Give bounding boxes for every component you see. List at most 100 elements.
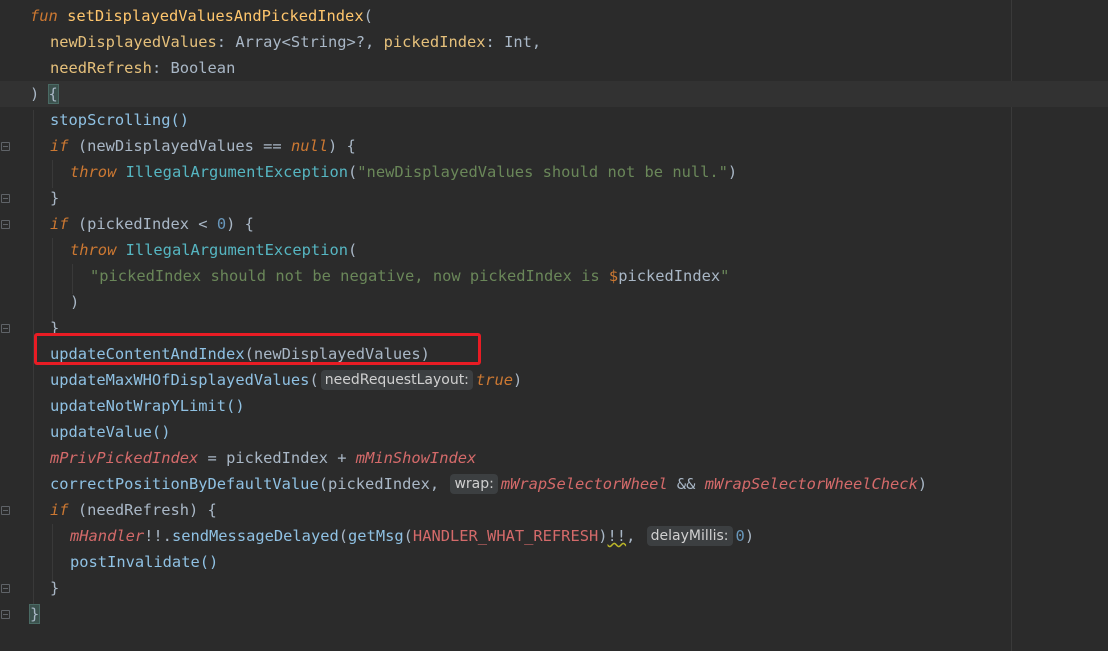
keyword: true [475,371,513,389]
annotation-highlight-box [34,333,481,365]
parameter-hint: needRequestLayout: [320,370,473,390]
punct: ( [348,163,358,181]
keyword: fun [30,7,58,25]
code-line[interactable]: updateNotWrapYLimit() [50,393,245,419]
brace: } [28,604,41,624]
field-ref: mPrivPickedIndex [50,449,199,467]
code-text: ) { [226,215,254,233]
parameter-hint: wrap: [450,474,498,494]
method-call: updateValue() [50,423,171,441]
keyword: null [290,137,329,155]
punct: ) [598,527,608,545]
class-name: IllegalArgumentException [116,163,348,181]
code-line[interactable]: ) [70,289,79,315]
fold-icon[interactable] [1,142,10,151]
code-line[interactable]: if (needRefresh) { [50,497,217,523]
punct: ( [348,241,358,259]
punct: ) [70,293,80,311]
punct: ) [744,527,755,545]
fold-icon[interactable] [1,220,10,229]
constant-ref: HANDLER_WHAT_REFRESH [412,527,599,545]
code-line[interactable]: mHandler!!.sendMessageDelayed(getMsg(HAN… [70,523,754,549]
field-ref: mWrapSelectorWheelCheck [704,475,918,493]
param: pickedIndex [383,33,486,51]
operator: && [667,475,705,493]
code-text: (needRefresh) { [68,501,217,519]
method-call: updateNotWrapYLimit() [50,397,245,415]
keyword: if [50,501,69,519]
code-line[interactable]: if (pickedIndex < 0) { [50,211,254,237]
indent-guide [52,238,53,322]
param: needRefresh [50,59,152,77]
punct: ( [363,7,373,25]
class-name: IllegalArgumentException [116,241,348,259]
fold-icon[interactable] [1,506,10,515]
template-sign: $ [608,267,619,285]
code-text: (pickedIndex < [68,215,217,233]
string-literal: "pickedIndex should not be negative, now… [90,267,609,285]
brace: { [47,84,59,104]
function-name: setDisplayedValuesAndPickedIndex [57,7,364,25]
template-var: pickedIndex [618,267,721,285]
code-line[interactable]: throw IllegalArgumentException( [70,237,357,263]
field-ref: mWrapSelectorWheel [500,475,668,493]
parameter-hint: delayMillis: [646,526,733,546]
code-line[interactable]: "pickedIndex should not be negative, now… [90,263,729,289]
punct: ( [403,527,413,545]
code-line[interactable]: fun setDisplayedValuesAndPickedIndex( [30,3,373,29]
number-literal: 0 [216,215,227,233]
brace: } [50,579,60,597]
code-line[interactable]: updateMaxWHOfDisplayedValues(needRequest… [50,367,522,393]
keyword: throw [70,163,117,181]
code-text: ) { [328,137,356,155]
warning-underline[interactable]: !! [608,527,627,545]
string-literal: " [720,267,730,285]
punct: ) [512,371,523,389]
method-call: sendMessageDelayed [171,527,339,545]
code-line[interactable]: stopScrolling() [50,107,189,133]
code-line[interactable]: throw IllegalArgumentException("newDispl… [70,159,737,185]
punct: , [626,527,645,545]
code-text: (newDisplayedValues == [68,137,291,155]
code-line[interactable]: postInvalidate() [70,549,218,575]
type-text: : Array<String>?, [216,33,384,51]
method-call: postInvalidate() [70,553,219,571]
fold-icon[interactable] [1,584,10,593]
punct: ) [917,475,928,493]
current-line[interactable]: ) { [0,81,1108,107]
code-text: = pickedIndex + [198,449,356,467]
code-line[interactable]: } [28,601,41,627]
type-text: : Int, [485,33,542,51]
code-line[interactable]: newDisplayedValues: Array<String>?, pick… [50,29,541,55]
indent-guide [52,524,53,582]
number-literal: 0 [735,527,745,545]
fold-icon[interactable] [1,194,10,203]
code-text: (pickedIndex, [318,475,449,493]
type-text: : Boolean [151,59,236,77]
method-call: getMsg [348,527,404,545]
indent-guide [52,160,53,188]
param: newDisplayedValues [50,33,217,51]
field-ref: mMinShowIndex [355,449,477,467]
operator: !!. [144,527,172,545]
punct: ( [309,371,319,389]
string-literal: "newDisplayedValues should not be null." [357,163,728,181]
code-line[interactable]: needRefresh: Boolean [50,55,235,81]
method-call: updateMaxWHOfDisplayedValues [50,371,310,389]
punct: ) [30,85,49,103]
punct: ) [727,163,738,181]
code-line[interactable]: } [50,185,59,211]
code-editor[interactable]: fun setDisplayedValuesAndPickedIndex( ne… [0,0,1108,651]
field-ref: mHandler [70,527,145,545]
fold-icon[interactable] [1,610,10,619]
method-call: stopScrolling() [50,111,189,129]
keyword: throw [70,241,117,259]
punct: ( [338,527,349,545]
code-line[interactable]: mPrivPickedIndex = pickedIndex + mMinSho… [50,445,476,471]
code-line[interactable]: if (newDisplayedValues == null) { [50,133,356,159]
code-line[interactable]: correctPositionByDefaultValue(pickedInde… [50,471,927,497]
brace: } [50,189,60,207]
code-line[interactable]: } [50,575,59,601]
code-line[interactable]: updateValue() [50,419,170,445]
fold-icon[interactable] [1,324,10,333]
